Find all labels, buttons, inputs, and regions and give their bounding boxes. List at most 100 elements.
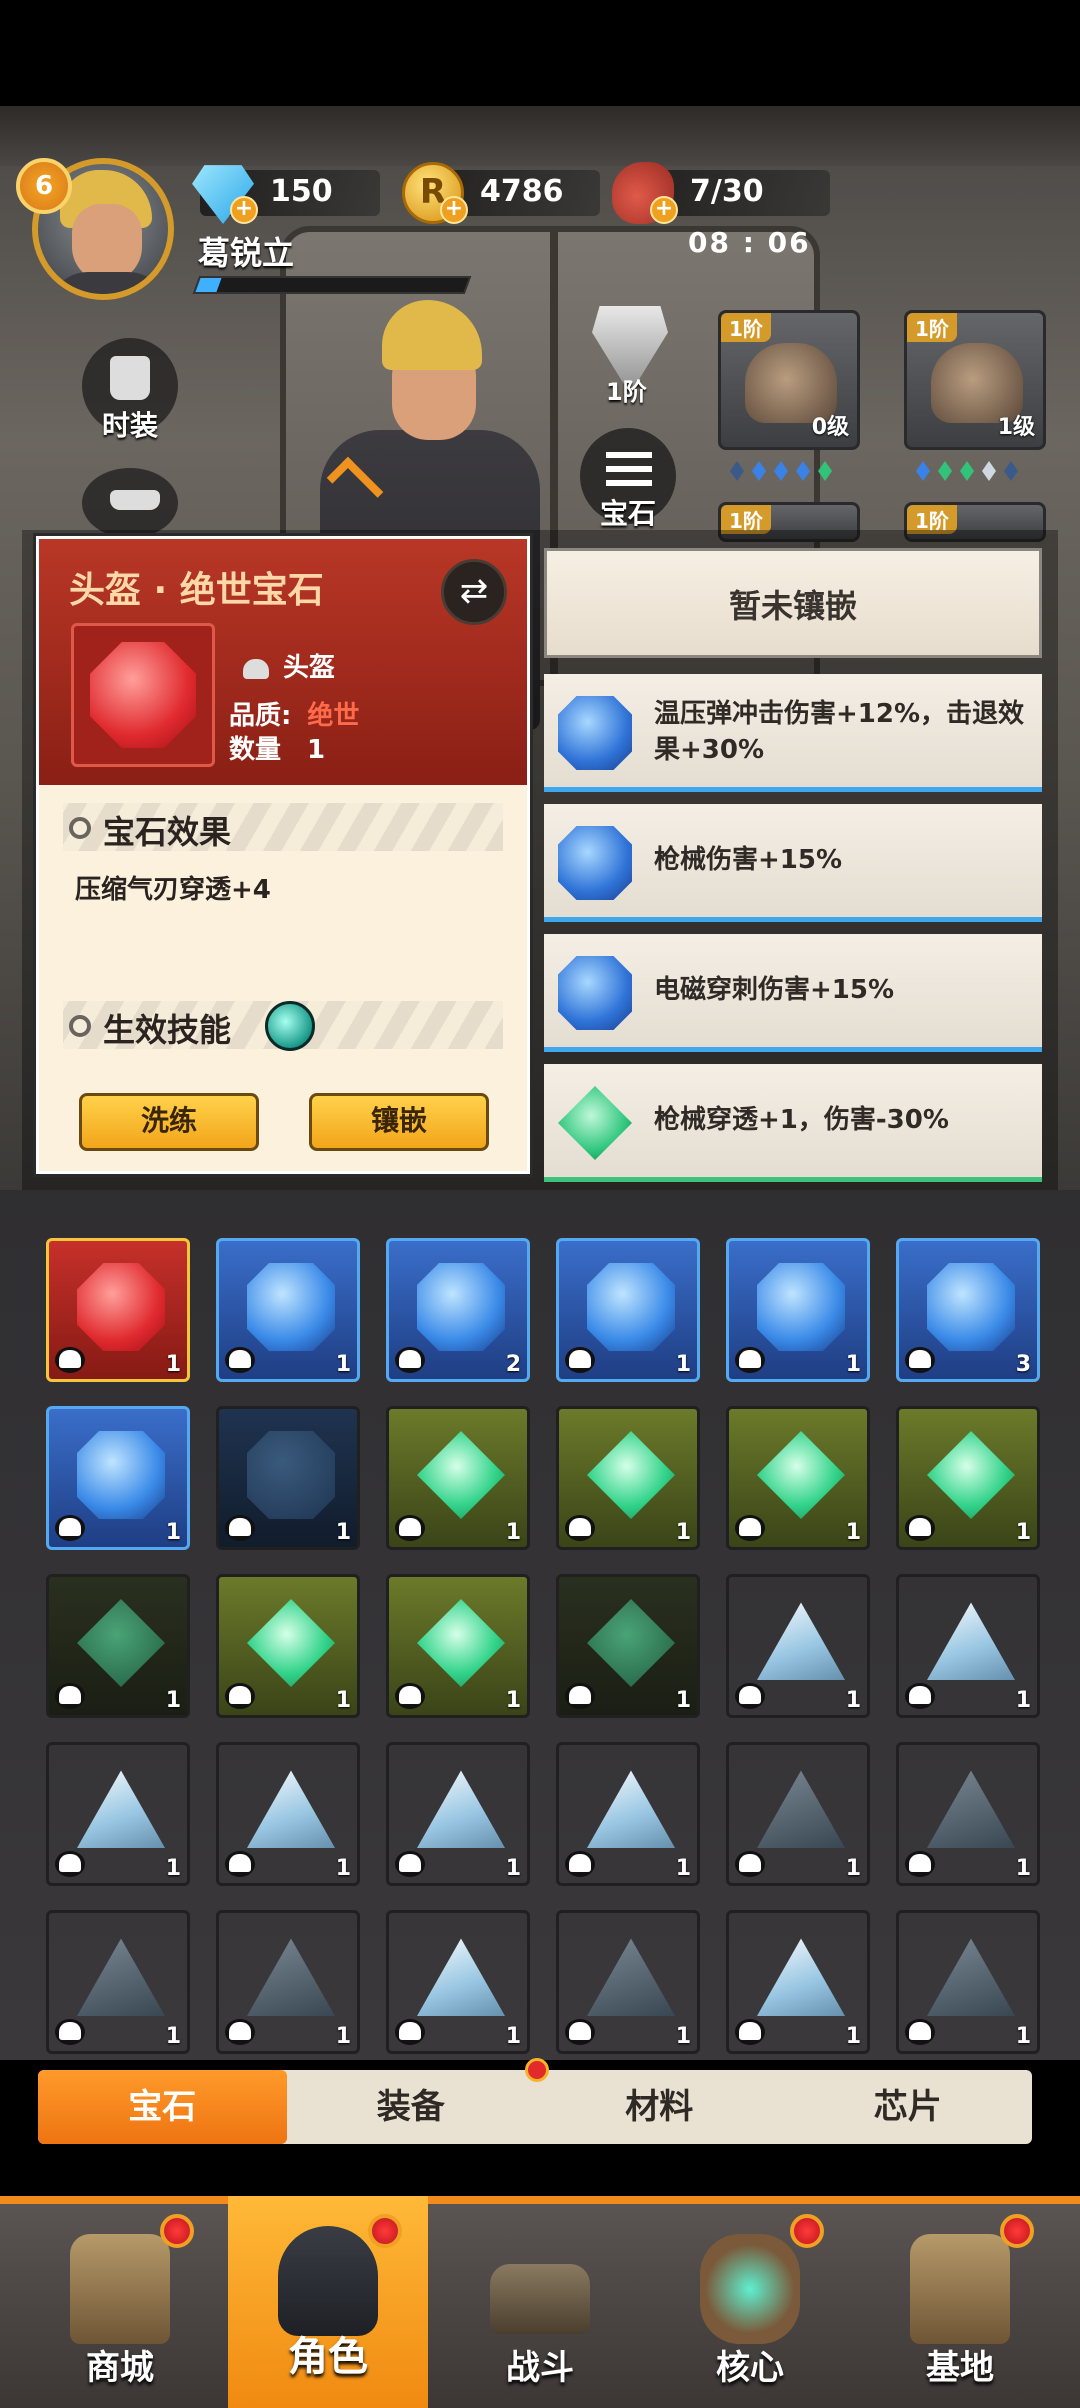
slot-type-icon bbox=[225, 1515, 255, 1541]
equip-slot-gloves[interactable]: 1阶 1级 bbox=[904, 310, 1046, 450]
gem-slot-greendim[interactable]: 1 bbox=[556, 1574, 700, 1718]
stamina-counter[interactable]: + 7/30 bbox=[612, 162, 830, 224]
tri-gem-icon bbox=[587, 1770, 675, 1848]
nav-base[interactable]: 基地 bbox=[860, 2204, 1060, 2408]
gem-count: 1 bbox=[845, 2024, 861, 2049]
tridim-gem-icon bbox=[247, 1938, 335, 2016]
gem-slot-tridim[interactable]: 1 bbox=[46, 1910, 190, 2054]
gem-menu-button[interactable]: 宝石 bbox=[580, 428, 676, 530]
slot-type-icon bbox=[55, 2019, 85, 2045]
crossed-guns-icon bbox=[490, 2264, 590, 2334]
red-gem-icon bbox=[77, 1263, 165, 1351]
blue-gem-icon bbox=[558, 696, 632, 770]
gem-slot-blue[interactable]: 1 bbox=[726, 1238, 870, 1382]
gem-count: 1 bbox=[845, 1352, 861, 1377]
gem-slot-tridim[interactable]: 1 bbox=[726, 1742, 870, 1886]
add-coin-button[interactable]: + bbox=[440, 196, 468, 224]
gem-slot-blue[interactable]: 1 bbox=[216, 1238, 360, 1382]
slot-type-icon bbox=[225, 1683, 255, 1709]
inlay-button[interactable]: 镶嵌 bbox=[309, 1093, 489, 1151]
green-gem-icon bbox=[417, 1599, 505, 1687]
gem-grid-row: 1 1 1 1 1 1 bbox=[46, 1910, 1042, 2056]
gem-slot-blue[interactable]: 1 bbox=[556, 1238, 700, 1382]
socket-option[interactable]: 电磁穿刺伤害+15% bbox=[544, 934, 1042, 1052]
gem-slot-tri[interactable]: 1 bbox=[386, 1742, 530, 1886]
effect-text: 压缩气刃穿透+4 bbox=[75, 875, 271, 905]
notification-dot bbox=[1000, 2214, 1034, 2248]
nav-shop[interactable]: 商城 bbox=[20, 2204, 220, 2408]
gem-slot-blue[interactable]: 1 bbox=[46, 1406, 190, 1550]
gem-count: 1 bbox=[505, 1520, 521, 1545]
gem-count: 1 bbox=[1015, 1688, 1031, 1713]
gem-slot-green[interactable]: 1 bbox=[386, 1406, 530, 1550]
tab-equipment[interactable]: 装备 bbox=[287, 2058, 549, 2144]
reforge-button[interactable]: 洗练 bbox=[79, 1093, 259, 1151]
fashion-button[interactable]: 时装 bbox=[82, 338, 178, 442]
gem-menu-label: 宝石 bbox=[599, 497, 656, 530]
slot-type-icon bbox=[55, 1347, 85, 1373]
coin-counter[interactable]: R + 4786 bbox=[402, 162, 600, 224]
gem-grid-row: 1 1 1 1 1 1 bbox=[46, 1406, 1042, 1552]
socket-option[interactable]: 枪械伤害+15% bbox=[544, 804, 1042, 922]
gem-count: 1 bbox=[675, 1352, 691, 1377]
gem-slot-blue[interactable]: 3 bbox=[896, 1238, 1040, 1382]
swap-button[interactable]: ⇄ bbox=[441, 559, 507, 625]
gem-slot-tridim[interactable]: 1 bbox=[896, 1742, 1040, 1886]
socket-option[interactable]: 温压弹冲击伤害+12%，击退效果+30% bbox=[544, 674, 1042, 792]
weapon-button[interactable] bbox=[82, 468, 178, 538]
nav-battle[interactable]: 战斗 bbox=[440, 2204, 640, 2408]
gem-slot-tridim[interactable]: 1 bbox=[896, 1910, 1040, 2054]
tridim-gem-icon bbox=[927, 1770, 1015, 1848]
gem-slot-tri[interactable]: 1 bbox=[216, 1742, 360, 1886]
slot-type-icon bbox=[395, 1851, 425, 1877]
gem-count: 1 bbox=[845, 1856, 861, 1881]
slot-value: 头盔 bbox=[283, 653, 336, 683]
socket-option[interactable]: 枪械穿透+1，伤害-30% bbox=[544, 1064, 1042, 1182]
nav-core[interactable]: 核心 bbox=[650, 2204, 850, 2408]
slot-type-icon bbox=[395, 1515, 425, 1541]
slot-type-icon bbox=[565, 1347, 595, 1373]
gem-slot-tri[interactable]: 1 bbox=[556, 1742, 700, 1886]
skill-icon[interactable] bbox=[265, 1001, 315, 1051]
tab-gems[interactable]: 宝石 bbox=[38, 2070, 287, 2144]
gem-count: 1 bbox=[335, 1856, 351, 1881]
nav-character[interactable]: 角色 bbox=[228, 2196, 428, 2408]
gem-slot-tri[interactable]: 1 bbox=[726, 1910, 870, 2054]
gem-count: 2 bbox=[505, 1352, 521, 1377]
slot-type-icon bbox=[225, 1347, 255, 1373]
empty-socket[interactable]: 暂未镶嵌 bbox=[544, 548, 1042, 658]
gem-slot-green[interactable]: 1 bbox=[556, 1406, 700, 1550]
gem-slot-tri[interactable]: 1 bbox=[896, 1574, 1040, 1718]
gem-count: 1 bbox=[1015, 2024, 1031, 2049]
tri-gem-icon bbox=[247, 1770, 335, 1848]
character-icon bbox=[278, 2226, 378, 2336]
gem-slot-green[interactable]: 1 bbox=[726, 1406, 870, 1550]
slot-type-icon bbox=[735, 1683, 765, 1709]
gem-slot-blue[interactable]: 2 bbox=[386, 1238, 530, 1382]
gem-slot-tridim[interactable]: 1 bbox=[556, 1910, 700, 2054]
tri-gem-icon bbox=[927, 1602, 1015, 1680]
gem-slot-tridim[interactable]: 1 bbox=[216, 1910, 360, 2054]
gem-slot-bluedim[interactable]: 1 bbox=[216, 1406, 360, 1550]
gem-slot-green[interactable]: 1 bbox=[216, 1574, 360, 1718]
tab-materials[interactable]: 材料 bbox=[535, 2070, 784, 2144]
bottom-nav: 商城 角色 战斗 核心 基地 bbox=[0, 2196, 1080, 2408]
gem-count: 1 bbox=[165, 1352, 181, 1377]
diamond-value: 150 bbox=[270, 174, 333, 209]
add-diamond-button[interactable]: + bbox=[230, 196, 258, 224]
list-icon bbox=[606, 452, 652, 486]
gem-slot-green[interactable]: 1 bbox=[896, 1406, 1040, 1550]
gem-slot-tri[interactable]: 1 bbox=[46, 1742, 190, 1886]
gem-slot-red[interactable]: 1 bbox=[46, 1238, 190, 1382]
gem-slot-greendim[interactable]: 1 bbox=[46, 1574, 190, 1718]
diamond-counter[interactable]: + 150 bbox=[192, 165, 380, 224]
equip-slot-helmet[interactable]: 1阶 0级 bbox=[718, 310, 860, 450]
add-stamina-button[interactable]: + bbox=[650, 196, 678, 224]
tab-chips[interactable]: 芯片 bbox=[784, 2070, 1033, 2144]
gem-slot-green[interactable]: 1 bbox=[386, 1574, 530, 1718]
bluedim-gem-icon bbox=[247, 1431, 335, 1519]
quality-value: 绝世 bbox=[307, 701, 360, 731]
gem-slot-tri[interactable]: 1 bbox=[726, 1574, 870, 1718]
gun-icon bbox=[110, 490, 160, 510]
gem-slot-tri[interactable]: 1 bbox=[386, 1910, 530, 2054]
